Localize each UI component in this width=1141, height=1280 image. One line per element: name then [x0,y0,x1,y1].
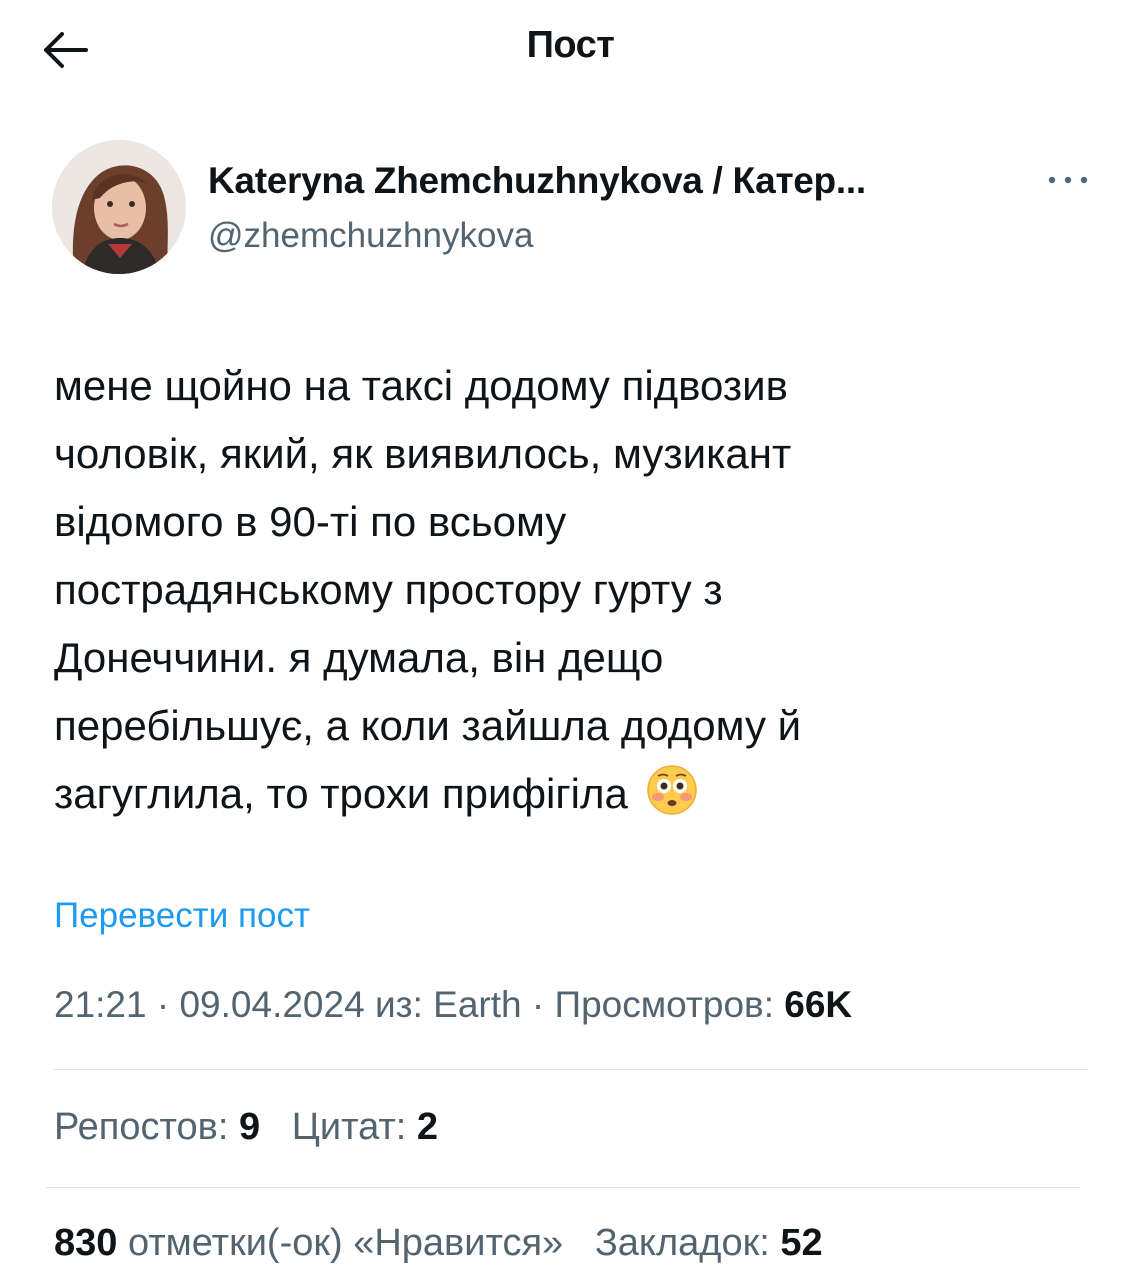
top-bar: Пост [0,0,1141,100]
tweet-line: пострадянському простору гурту з [54,566,723,613]
likes-label: отметки(-ок) «Нравится» [127,1222,564,1264]
views-count: 66K [784,984,853,1025]
tweet-time[interactable]: 21:21 [54,984,147,1025]
reposts-label: Репостов: [54,1106,229,1148]
bookmarks-label: Закладок: [594,1222,770,1264]
repost-stats: Репостов: 9 Цитат: 2 [54,1106,438,1149]
quotes-stat[interactable]: Цитат: 2 [292,1106,438,1148]
tweet-line: чоловік, який, як виявилось, музикант [54,430,792,477]
divider [46,1187,1080,1188]
quotes-label: Цитат: [291,1106,407,1148]
tweet-line: перебільшує, а коли зайшла додому й [54,702,802,749]
tweet-line: мене щойно на таксі додому підвозив [54,362,788,409]
meta-separator: · [531,984,545,1025]
tweet-last-line: загуглила, то трохи прифігіла [54,760,1094,828]
tweet-text: мене щойно на таксі додому підвозив чоло… [54,352,1094,828]
reposts-count: 9 [238,1106,261,1148]
tweet-date[interactable]: 09.04.2024 [179,984,364,1025]
engagement-stats: 830 отметки(-ок) «Нравится» Закладок: 52 [54,1222,823,1265]
reposts-stat[interactable]: Репостов: 9 [54,1106,260,1148]
tweet-line: загуглила, то трохи прифігіла [54,770,628,817]
meta-separator: · [156,984,170,1025]
tweet-meta: 21:21 · 09.04.2024 из: Earth · Просмотро… [54,984,852,1026]
views-label: Просмотров: [554,984,774,1025]
tweet-line: відомого в 90-ті по всьому [54,498,567,545]
more-horizontal-icon [1048,176,1088,184]
page-title: Пост [526,24,615,66]
source-prefix: из: [374,984,423,1025]
flushed-face-emoji-icon [646,765,697,815]
author-header: Kateryna Zhemchuzhnykova / Катер... @zhe… [52,140,1092,280]
likes-stat[interactable]: 830 отметки(-ок) «Нравится» [54,1222,563,1264]
avatar[interactable] [52,140,186,274]
tweet-line: Донеччини. я думала, він дещо [54,634,664,681]
translate-post-link[interactable]: Перевести пост [54,896,310,936]
author-handle[interactable]: @zhemchuzhnykova [208,216,533,256]
avatar-photo [52,140,186,274]
more-options-button[interactable] [1044,160,1094,200]
quotes-count: 2 [416,1106,439,1148]
tweet-source: Earth [433,984,522,1025]
author-display-name[interactable]: Kateryna Zhemchuzhnykova / Катер... [208,160,1028,202]
likes-count: 830 [54,1222,118,1264]
divider [54,1069,1088,1070]
bookmarks-count: 52 [780,1222,823,1264]
bookmarks-stat[interactable]: Закладок: 52 [595,1222,823,1264]
